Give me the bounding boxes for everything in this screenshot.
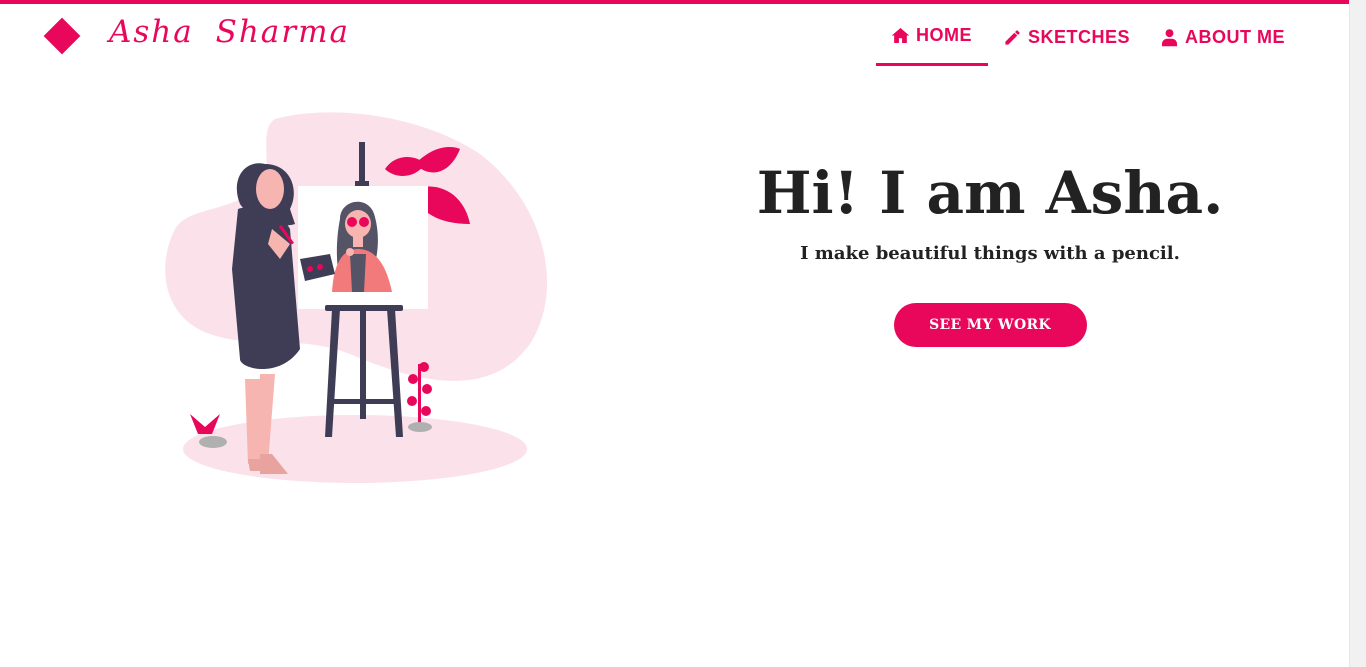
nav-about-link[interactable]: ABOUT ME	[1160, 8, 1285, 66]
nav-home-label: HOME	[916, 25, 972, 45]
floor-shadow	[183, 415, 527, 483]
see-my-work-button[interactable]: SEE MY WORK	[893, 303, 1087, 347]
navbar: Asha Sharma HOME SKETCHES ABOUT ME	[0, 8, 1349, 66]
hero-title: Hi! I am Asha.	[756, 159, 1224, 227]
nav-about-label: ABOUT ME	[1185, 26, 1285, 47]
artist-painting-illustration	[165, 112, 548, 483]
home-icon	[891, 27, 910, 44]
diamond-icon[interactable]	[43, 17, 81, 55]
page: Asha Sharma HOME SKETCHES ABOUT ME Hi! I…	[0, 0, 1349, 667]
brand-name[interactable]: Asha Sharma	[109, 14, 350, 54]
nav-home-link[interactable]: HOME	[876, 8, 988, 66]
easel-post	[359, 142, 365, 187]
pencil-icon	[1005, 29, 1020, 45]
vertical-scrollbar[interactable]	[1349, 0, 1366, 667]
hero-section: Hi! I am Asha. I make beautiful things w…	[730, 159, 1250, 347]
user-icon	[1161, 28, 1178, 46]
nav-sketches-link[interactable]: SKETCHES	[1003, 8, 1130, 66]
nav-sketches-label: SKETCHES	[1028, 26, 1131, 47]
hero-subtitle: I make beautiful things with a pencil.	[800, 243, 1180, 264]
hero-illustration	[160, 109, 560, 489]
